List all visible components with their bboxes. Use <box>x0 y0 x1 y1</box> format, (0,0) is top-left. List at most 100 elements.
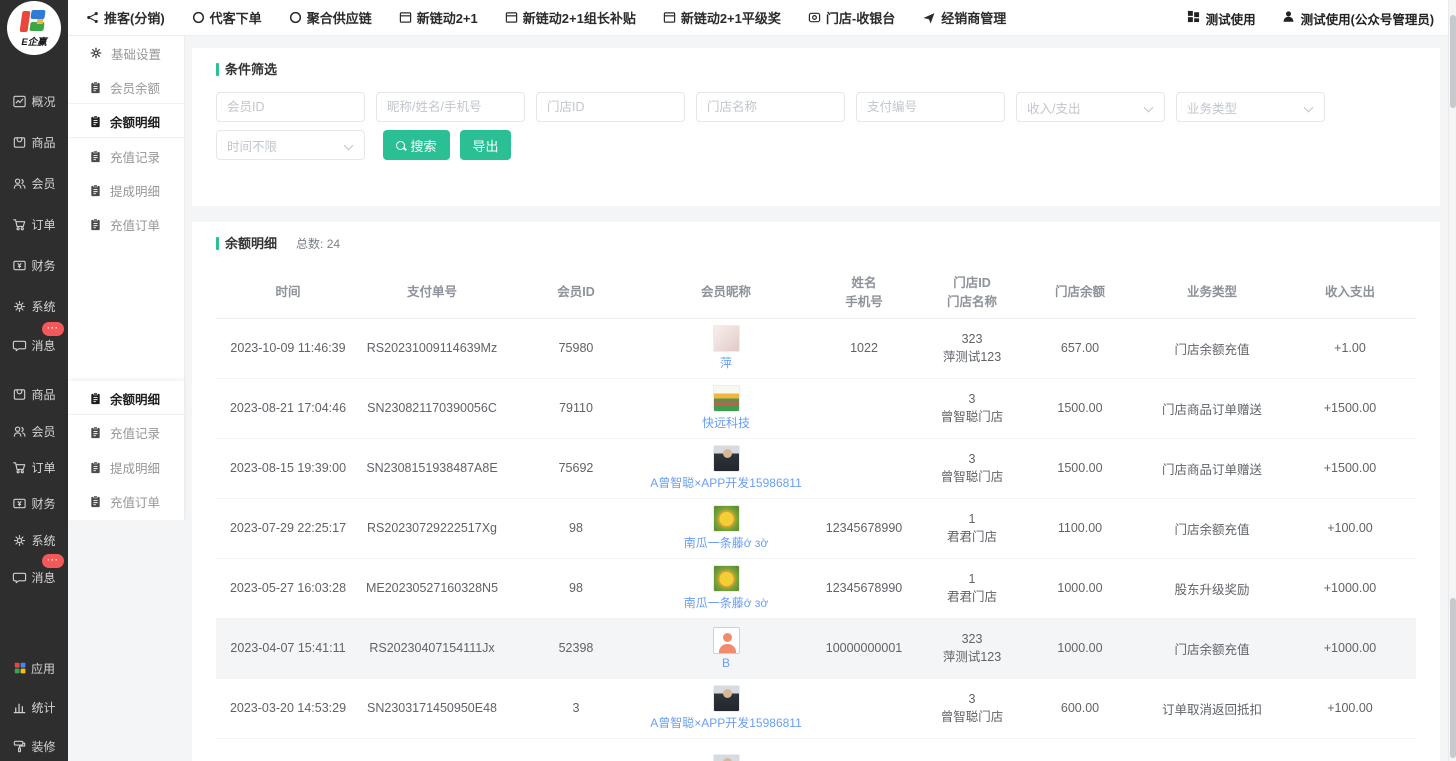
sidebar-item-members-2[interactable]: 会员 <box>0 420 68 442</box>
submenu2-item-recharge-records[interactable]: 充值记录 <box>68 416 185 448</box>
search-icon <box>396 141 405 150</box>
scrollbar-thumb[interactable] <box>1450 15 1456 108</box>
cell-amount: +100.00 <box>1284 678 1416 738</box>
sidebar-item-decorate[interactable]: 装修 <box>0 735 68 757</box>
search-button[interactable]: 搜索 <box>383 130 450 160</box>
sidebar-item-goods[interactable]: 商品 <box>0 131 68 153</box>
cell-nickname: 萍 <box>648 318 804 378</box>
sidebar-item-stats[interactable]: 统计 <box>0 696 68 718</box>
sidebar-item-messages[interactable]: 消息 <box>0 334 68 356</box>
cell-pay-no: RS20230729222517Xg <box>360 498 504 558</box>
nav-item-cashier[interactable]: 门店-收银台 <box>808 8 895 27</box>
cell-nickname: 南瓜一条藤ớ ɜờ <box>648 558 804 618</box>
scrollbar[interactable] <box>1448 0 1456 761</box>
total-count: 总数: 24 <box>296 235 340 252</box>
member-id-input[interactable] <box>216 92 365 122</box>
section-accent-bar <box>216 237 219 250</box>
nav-item-daike[interactable]: 代客下单 <box>192 8 262 27</box>
cell-biz-type <box>1140 738 1284 761</box>
nav-item-liandong-pingji[interactable]: 新链动2+1平级奖 <box>663 8 781 27</box>
member-nickname-link[interactable]: A曾智聪×APP开发15986811 <box>650 714 802 731</box>
window-icon <box>399 11 412 24</box>
clipboard-icon <box>89 218 102 231</box>
member-nickname-link[interactable]: 快远科技 <box>702 414 750 431</box>
cell-balance: 1000.00 <box>1020 618 1140 678</box>
cell-time: 2023-08-15 19:39:00 <box>216 438 360 498</box>
cell-phone: 12345678990 <box>804 558 924 618</box>
submenu-item-recharge-records[interactable]: 充值记录 <box>68 140 185 172</box>
submenu-item-recharge-orders[interactable]: 充值订单 <box>68 208 185 240</box>
sidebar-item-system-2[interactable]: 系统 <box>0 529 68 551</box>
member-nickname-link[interactable]: 南瓜一条藤ớ ɜờ <box>684 594 769 611</box>
finance-icon <box>12 258 27 273</box>
finance-icon <box>12 496 27 511</box>
sidebar-item-overview[interactable]: 概况 <box>0 90 68 112</box>
cell-biz-type: 门店商品订单赠送 <box>1140 378 1284 438</box>
col-member-id: 会员ID <box>504 268 648 318</box>
cell-pay-no: SN2303171450950E48 <box>360 678 504 738</box>
balance-section-title: 余额明细 <box>225 233 277 252</box>
submenu-item-balance-detail[interactable]: 余额明细 <box>68 105 185 137</box>
nav-item-dealer[interactable]: 经销商管理 <box>922 8 1006 27</box>
member-nickname-link[interactable]: A曾智聪×APP开发15986811 <box>650 474 802 491</box>
sidebar-item-orders[interactable]: 订单 <box>0 213 68 235</box>
cell-balance: 600.00 <box>1020 678 1140 738</box>
nav-item-liandong[interactable]: 新链动2+1 <box>399 8 478 27</box>
sidebar-item-goods-2[interactable]: 商品 <box>0 383 68 405</box>
account-menu[interactable]: 测试使用(公众号管理员) <box>1282 9 1434 28</box>
store-name-input[interactable] <box>696 92 845 122</box>
clipboard-icon <box>89 495 102 508</box>
submenu2-item-recharge-orders[interactable]: 充值订单 <box>68 485 185 517</box>
workspace-switcher[interactable]: 测试使用 <box>1187 9 1256 28</box>
sidebar-item-orders-2[interactable]: 订单 <box>0 456 68 478</box>
sidebar-item-messages-2[interactable]: 消息 <box>0 566 68 588</box>
inout-select[interactable]: 收入/支出 <box>1016 92 1165 122</box>
window-icon <box>505 11 518 24</box>
nav-item-liandong-buTie[interactable]: 新链动2+1组长补贴 <box>505 8 636 27</box>
member-nickname-link[interactable]: 萍 <box>720 354 732 371</box>
nav-item-tuike[interactable]: 推客(分销) <box>86 8 165 27</box>
submenu2-item-commission-detail[interactable]: 提成明细 <box>68 451 185 483</box>
submenu-item-member-balance[interactable]: 会员余额 <box>68 71 185 103</box>
cell-nickname: A曾智聪×APP开发15986811 <box>648 678 804 738</box>
nickname-input[interactable] <box>376 92 525 122</box>
store-id-input[interactable] <box>536 92 685 122</box>
cell-phone <box>804 678 924 738</box>
store-icon <box>808 11 821 24</box>
export-button[interactable]: 导出 <box>460 130 511 160</box>
cell-member-id <box>504 738 648 761</box>
cell-pay-no: RS20231009114639Mz <box>360 318 504 378</box>
cell-member-id: 79110 <box>504 378 648 438</box>
sidebar-item-apps[interactable]: 应用 <box>0 657 68 679</box>
sidebar-item-members[interactable]: 会员 <box>0 172 68 194</box>
member-nickname-link[interactable]: 南瓜一条藤ớ ɜờ <box>684 534 769 551</box>
member-nickname-link[interactable]: B <box>722 656 730 670</box>
goods-icon <box>12 135 27 150</box>
cell-biz-type: 订单取消返回抵扣 <box>1140 678 1284 738</box>
primary-sidebar: E企赢 概况 商品 会员 订单 财务 系统 消息 <box>0 0 68 761</box>
submenu-item-basic-settings[interactable]: 基础设置 <box>68 37 185 69</box>
nav-item-supply[interactable]: 聚合供应链 <box>289 8 372 27</box>
pay-no-input[interactable] <box>856 92 1005 122</box>
cell-nickname <box>648 738 804 761</box>
biz-type-select[interactable]: 业务类型 <box>1176 92 1325 122</box>
sidebar-item-finance[interactable]: 财务 <box>0 254 68 276</box>
filter-panel: 条件筛选 收入/支出 业务类型 时间不限 搜索 导出 <box>192 48 1440 206</box>
message-badge: ··· <box>42 554 64 568</box>
col-biz-type: 业务类型 <box>1140 268 1284 318</box>
time-range-select[interactable]: 时间不限 <box>216 130 365 160</box>
app-logo[interactable]: E企赢 <box>7 1 61 55</box>
stats-icon <box>12 700 27 715</box>
submenu2-item-balance-detail[interactable]: 余额明细 <box>68 382 185 414</box>
section-accent-bar <box>216 63 219 76</box>
scrollbar-thumb-inner[interactable] <box>1450 598 1456 758</box>
secondary-sidebar-2: 余额明细 充值记录 提成明细 充值订单 <box>68 381 185 520</box>
clipboard-icon <box>89 392 102 405</box>
submenu-item-commission-detail[interactable]: 提成明细 <box>68 174 185 206</box>
sidebar-item-finance-2[interactable]: 财务 <box>0 492 68 514</box>
chevron-down-icon <box>1304 103 1314 113</box>
cell-time <box>216 738 360 761</box>
orders-icon <box>12 217 27 232</box>
cell-store: 3 <box>924 738 1020 761</box>
sidebar-item-system[interactable]: 系统 <box>0 295 68 317</box>
